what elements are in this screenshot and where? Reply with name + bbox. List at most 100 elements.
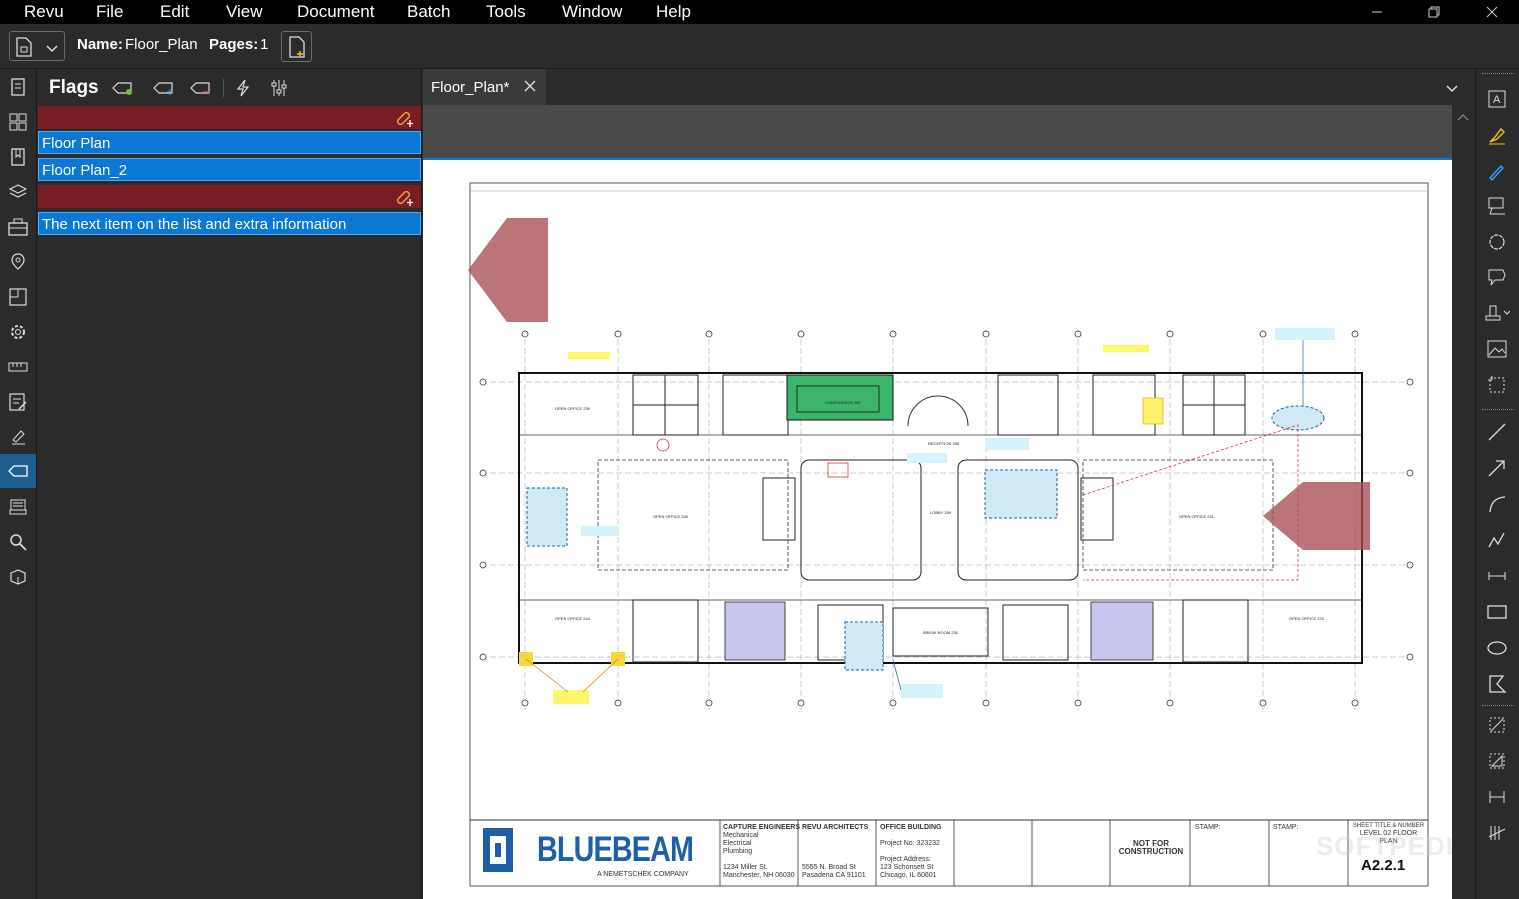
flag-row-red[interactable] bbox=[38, 106, 421, 129]
signature-icon[interactable] bbox=[0, 421, 36, 453]
polygon-icon[interactable] bbox=[1484, 671, 1510, 697]
flag-row-next-item[interactable]: The next item on the list and extra info… bbox=[38, 212, 421, 235]
doc-name-label: Name: bbox=[77, 36, 123, 53]
links-icon[interactable] bbox=[0, 281, 36, 313]
scroll-up-icon[interactable] bbox=[1452, 107, 1474, 127]
snapshot-icon[interactable] bbox=[1484, 372, 1510, 398]
floor-plan-drawing: OPEN OFFICE 239 OPEN OFFICE 240 OPEN OFF… bbox=[468, 182, 1429, 887]
lightning-icon[interactable] bbox=[232, 77, 254, 99]
tab-floor-plan[interactable]: Floor_Plan* bbox=[423, 69, 546, 105]
divider bbox=[1482, 409, 1514, 410]
markups-list-icon[interactable] bbox=[0, 386, 36, 418]
measure-length-icon[interactable] bbox=[1484, 712, 1510, 738]
pages-label-text: Pages: bbox=[209, 36, 259, 53]
line-icon[interactable] bbox=[1484, 419, 1510, 445]
nfc-block: NOT FOR CONSTRUCTION bbox=[1115, 840, 1187, 856]
search-icon[interactable] bbox=[0, 526, 36, 558]
file-properties-button[interactable] bbox=[9, 31, 65, 61]
toolchest-icon[interactable] bbox=[0, 211, 36, 243]
cloud-icon[interactable] bbox=[1484, 229, 1510, 255]
building-block: OFFICE BUILDING Project No: 323232 Proje… bbox=[880, 824, 941, 880]
places-icon[interactable] bbox=[0, 246, 36, 278]
spaces-icon[interactable] bbox=[0, 561, 36, 593]
rectangle-icon[interactable] bbox=[1484, 599, 1510, 625]
architects-title: REVU ARCHITECTS bbox=[802, 824, 869, 831]
ellipse-icon[interactable] bbox=[1484, 635, 1510, 661]
flags-icon[interactable] bbox=[0, 454, 36, 488]
divider bbox=[1482, 705, 1514, 706]
close-icon[interactable] bbox=[1472, 0, 1512, 24]
arch-addr: Pasadena CA 91101 bbox=[802, 872, 866, 879]
flags-panel: Flags Floor Plan Floor Plan_2 The next i… bbox=[38, 69, 422, 899]
eng-line: Electrical bbox=[723, 840, 752, 847]
watermark: SOFTPEDIA bbox=[1316, 831, 1452, 861]
image-icon[interactable] bbox=[1484, 336, 1510, 362]
eng-addr: Manchester, NH 06030 bbox=[723, 872, 795, 879]
bookmark-icon[interactable] bbox=[0, 141, 36, 173]
menu-help[interactable]: Help bbox=[656, 0, 691, 24]
new-page-button[interactable] bbox=[281, 31, 312, 62]
vertical-scrollbar[interactable] bbox=[1452, 105, 1474, 899]
svg-text:A: A bbox=[1493, 94, 1501, 106]
measure-distance-icon[interactable] bbox=[1484, 784, 1510, 810]
svg-text:OPEN OFFICE 240: OPEN OFFICE 240 bbox=[653, 514, 689, 519]
menu-edit[interactable]: Edit bbox=[160, 0, 189, 24]
highlighter-icon[interactable] bbox=[1484, 122, 1510, 148]
svg-text:CONFERENCE 287: CONFERENCE 287 bbox=[825, 400, 862, 405]
properties-icon[interactable] bbox=[0, 316, 36, 348]
document-viewer[interactable]: OPEN OFFICE 239 OPEN OFFICE 240 OPEN OFF… bbox=[423, 105, 1452, 899]
pen-icon[interactable] bbox=[1484, 158, 1510, 184]
svg-text:RECEPTION 288: RECEPTION 288 bbox=[928, 441, 960, 446]
eng-line: Plumbing bbox=[723, 848, 753, 855]
brand-sub: A NEMETSCHEK COMPANY bbox=[597, 871, 689, 878]
menu-window[interactable]: Window bbox=[562, 0, 622, 24]
flag-row-floor-plan-2[interactable]: Floor Plan_2 bbox=[38, 158, 421, 181]
flag-add-child-icon[interactable] bbox=[153, 77, 175, 99]
svg-text:OPEN OFFICE 241: OPEN OFFICE 241 bbox=[1179, 514, 1215, 519]
measure-area-icon[interactable] bbox=[1484, 748, 1510, 774]
remove-flag-icon[interactable] bbox=[190, 77, 212, 99]
arc-icon[interactable] bbox=[1484, 491, 1510, 517]
count-icon[interactable] bbox=[1484, 820, 1510, 846]
svg-text:OPEN OFFICE 239: OPEN OFFICE 239 bbox=[555, 406, 591, 411]
menu-document[interactable]: Document bbox=[297, 0, 374, 24]
engineers-block: CAPTURE ENGINEERS Mechanical Electrical … bbox=[723, 824, 800, 880]
stamp-2: STAMP: bbox=[1273, 824, 1299, 831]
settings-sliders-icon[interactable] bbox=[268, 77, 290, 99]
menu-file[interactable]: File bbox=[96, 0, 123, 24]
add-flag-icon[interactable] bbox=[112, 77, 134, 99]
text-box-icon[interactable]: A bbox=[1484, 86, 1510, 112]
pdf-page: OPEN OFFICE 239 OPEN OFFICE 240 OPEN OFF… bbox=[423, 158, 1452, 899]
measure-icon[interactable] bbox=[0, 351, 36, 383]
flag-row-red-2[interactable] bbox=[38, 185, 421, 208]
tab-list-chevron-icon[interactable] bbox=[1446, 81, 1458, 99]
thumbnails-icon[interactable] bbox=[0, 71, 36, 103]
brand-name: BLUEBEAM bbox=[537, 830, 694, 869]
page-add-icon bbox=[288, 35, 305, 58]
dimension-icon[interactable] bbox=[1484, 563, 1510, 589]
arch-addr: 5555 N. Broad St bbox=[802, 864, 856, 871]
restore-icon[interactable] bbox=[1414, 0, 1454, 24]
grid-icon[interactable] bbox=[0, 106, 36, 138]
callout-icon[interactable] bbox=[1484, 193, 1510, 219]
menu-revu[interactable]: Revu bbox=[24, 0, 64, 24]
name-label: Name: bbox=[77, 36, 123, 53]
project-address: 123 Schonsett St bbox=[880, 864, 934, 871]
stamp-icon[interactable] bbox=[1484, 300, 1510, 326]
minimize-icon[interactable] bbox=[1357, 0, 1397, 24]
polyline-icon[interactable] bbox=[1484, 527, 1510, 553]
menu-view[interactable]: View bbox=[226, 0, 263, 24]
project-number: Project No: 323232 bbox=[880, 840, 940, 847]
link-add-icon[interactable] bbox=[393, 187, 415, 214]
svg-text:OPEN OFFICE 244: OPEN OFFICE 244 bbox=[555, 616, 591, 621]
svg-text:BREAK ROOM 230: BREAK ROOM 230 bbox=[923, 630, 959, 635]
menu-tools[interactable]: Tools bbox=[486, 0, 526, 24]
svg-text:LOBBY 259: LOBBY 259 bbox=[930, 510, 952, 515]
studio-icon[interactable] bbox=[0, 491, 36, 523]
flag-row-floor-plan[interactable]: Floor Plan bbox=[38, 131, 421, 154]
close-tab-icon[interactable] bbox=[523, 79, 537, 93]
menu-batch[interactable]: Batch bbox=[407, 0, 450, 24]
layers-icon[interactable] bbox=[0, 176, 36, 208]
arrow-callout-icon[interactable] bbox=[1484, 264, 1510, 290]
arrow-icon[interactable] bbox=[1484, 455, 1510, 481]
